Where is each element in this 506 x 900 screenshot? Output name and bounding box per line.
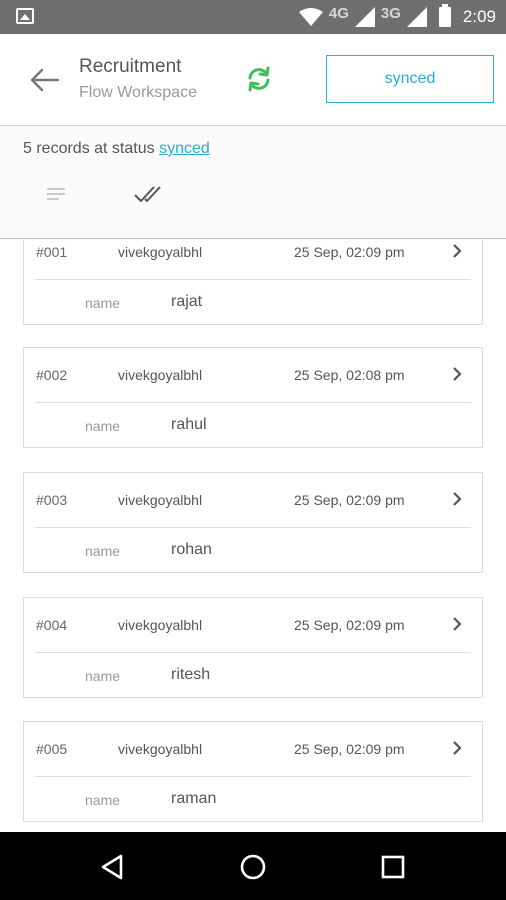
status-chip-button[interactable]: synced	[326, 55, 494, 103]
status-bar-right: 4G 3G 2:09	[298, 0, 496, 34]
record-card[interactable]: #005 vivekgoyalbhl 25 Sep, 02:09 pm name…	[23, 721, 483, 822]
field-value: raman	[171, 790, 217, 807]
records-summary-prefix: 5 records at status	[23, 140, 155, 157]
network-3g-label: 3G	[380, 4, 401, 22]
chevron-right-icon	[453, 741, 462, 755]
list-view-button[interactable]	[44, 184, 68, 204]
sync-icon	[248, 66, 270, 92]
record-user: vivekgoyalbhl	[118, 741, 203, 757]
filter-lines-icon	[47, 188, 65, 200]
field-label: name	[85, 668, 121, 684]
sync-button[interactable]	[244, 64, 274, 94]
record-card[interactable]: #004 vivekgoyalbhl 25 Sep, 02:09 pm name…	[23, 597, 483, 698]
field-value: rohan	[171, 541, 212, 558]
chevron-right-icon	[453, 244, 462, 258]
record-id: #003	[36, 492, 68, 508]
record-id: #004	[36, 617, 68, 633]
record-time: 25 Sep, 02:09 pm	[294, 244, 405, 260]
record-header: #005 vivekgoyalbhl 25 Sep, 02:09 pm	[24, 722, 482, 776]
field-value: ritesh	[171, 666, 211, 683]
circle-home-icon	[240, 854, 266, 880]
record-user: vivekgoyalbhl	[118, 617, 203, 633]
field-label: name	[85, 543, 121, 559]
record-time: 25 Sep, 02:09 pm	[294, 617, 405, 633]
record-header: #001 vivekgoyalbhl 25 Sep, 02:09 pm	[24, 240, 482, 279]
record-divider	[35, 652, 471, 653]
field-label: name	[85, 792, 121, 808]
record-user: vivekgoyalbhl	[118, 244, 203, 260]
record-user: vivekgoyalbhl	[118, 492, 203, 508]
record-time: 25 Sep, 02:09 pm	[294, 741, 405, 757]
network-4g-label: 4G	[328, 4, 349, 22]
records-summary: 5 records at status synced	[23, 140, 210, 158]
field-value: rajat	[171, 293, 203, 310]
app-bar: Recruitment Flow Workspace synced	[0, 34, 506, 126]
record-header: #002 vivekgoyalbhl 25 Sep, 02:08 pm	[24, 348, 482, 402]
signal-3g-icon	[406, 7, 427, 27]
battery-icon	[438, 4, 451, 27]
record-time: 25 Sep, 02:08 pm	[294, 367, 405, 383]
record-divider	[35, 527, 471, 528]
gallery-notification-icon	[16, 8, 34, 24]
record-header: #003 vivekgoyalbhl 25 Sep, 02:09 pm	[24, 473, 482, 527]
synced-filter-button[interactable]	[132, 182, 162, 206]
record-card[interactable]: #003 vivekgoyalbhl 25 Sep, 02:09 pm name…	[23, 472, 483, 573]
page-title: Recruitment	[79, 56, 182, 77]
summary-bar: 5 records at status synced	[0, 126, 506, 239]
records-list: #001 vivekgoyalbhl 25 Sep, 02:09 pm name…	[0, 240, 506, 832]
record-card[interactable]: #001 vivekgoyalbhl 25 Sep, 02:09 pm name…	[23, 240, 483, 325]
record-id: #002	[36, 367, 68, 383]
signal-4g-icon	[354, 7, 375, 27]
status-time: 2:09	[462, 7, 496, 26]
record-card[interactable]: #002 vivekgoyalbhl 25 Sep, 02:08 pm name…	[23, 347, 483, 448]
status-bar: 4G 3G 2:09	[0, 0, 506, 34]
chevron-right-icon	[453, 367, 462, 381]
record-divider	[35, 402, 471, 403]
app-screen: 4G 3G 2:09 Recruitment Flow Workspace sy…	[0, 0, 506, 900]
nav-back-button[interactable]	[97, 851, 129, 883]
page-subtitle: Flow Workspace	[79, 84, 197, 101]
record-user: vivekgoyalbhl	[118, 367, 203, 383]
status-link[interactable]: synced	[159, 140, 210, 157]
nav-home-button[interactable]	[237, 851, 269, 883]
record-id: #001	[36, 244, 68, 260]
chevron-right-icon	[453, 492, 462, 506]
back-button[interactable]	[26, 62, 62, 98]
square-recent-icon	[381, 855, 405, 879]
arrow-back-icon	[30, 68, 60, 92]
record-divider	[35, 776, 471, 777]
field-label: name	[85, 418, 121, 434]
record-divider	[35, 279, 471, 280]
nav-recent-button[interactable]	[377, 851, 409, 883]
record-time: 25 Sep, 02:09 pm	[294, 492, 405, 508]
wifi-icon	[298, 8, 323, 26]
record-id: #005	[36, 741, 68, 757]
chevron-right-icon	[453, 617, 462, 631]
field-value: rahul	[171, 416, 207, 433]
field-label: name	[85, 295, 121, 311]
double-check-icon	[134, 186, 161, 202]
triangle-back-icon	[101, 854, 123, 880]
title-block: Recruitment Flow Workspace	[79, 56, 197, 102]
record-header: #004 vivekgoyalbhl 25 Sep, 02:09 pm	[24, 598, 482, 652]
system-nav-bar	[0, 832, 506, 900]
